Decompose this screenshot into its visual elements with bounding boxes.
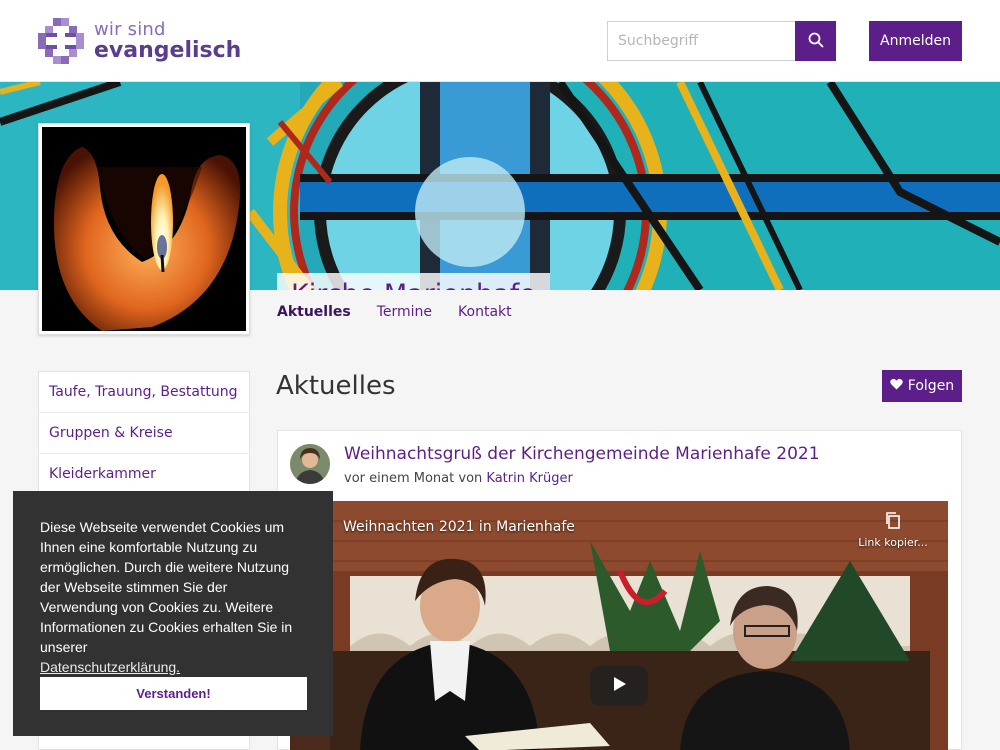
sidebar-item-gruppen[interactable]: Gruppen & Kreise: [39, 413, 249, 454]
copy-icon: [884, 512, 902, 532]
page-tabs: Aktuelles Termine Kontakt: [277, 304, 538, 320]
tab-termine[interactable]: Termine: [377, 304, 432, 320]
privacy-policy-link[interactable]: Datenschutzerklärung.: [40, 659, 180, 675]
page-title: Kirche Marienhafe: [277, 273, 550, 290]
tab-aktuelles[interactable]: Aktuelles: [277, 304, 351, 320]
site-logo[interactable]: wir sind evangelisch: [38, 17, 241, 65]
post-title-link[interactable]: Weihnachtsgruß der Kirchengemeinde Marie…: [344, 444, 820, 464]
section-title: Aktuelles: [276, 371, 396, 401]
search-icon: [808, 32, 824, 51]
post-author-link[interactable]: Katrin Krüger: [486, 471, 572, 486]
sidebar-item-kleiderkammer[interactable]: Kleiderkammer: [39, 454, 249, 495]
cookie-accept-button[interactable]: Verstanden!: [40, 677, 307, 710]
cookie-text: Diese Webseite verwendet Cookies um Ihne…: [40, 519, 293, 655]
play-button[interactable]: [590, 666, 648, 706]
post-meta-prefix: vor einem Monat von: [344, 471, 483, 486]
video-thumbnail: [290, 501, 948, 750]
login-button[interactable]: Anmelden: [869, 21, 962, 61]
cookie-banner: Diese Webseite verwendet Cookies um Ihne…: [13, 491, 333, 736]
logo-text-top: wir sind: [94, 18, 166, 40]
copy-link-button[interactable]: Link kopier...: [858, 511, 928, 549]
site-header: wir sind evangelisch Anmelden: [0, 0, 1000, 82]
post-card: Weihnachtsgruß der Kirchengemeinde Marie…: [277, 430, 962, 750]
video-player[interactable]: Weihnachten 2021 in Marienhafe Link kopi…: [290, 501, 948, 750]
follow-button[interactable]: Folgen: [882, 370, 962, 402]
cross-logo-icon: [38, 18, 84, 64]
follow-label: Folgen: [907, 378, 955, 394]
play-icon: [610, 675, 628, 697]
tab-kontakt[interactable]: Kontakt: [458, 304, 512, 320]
sidebar-item-taufe[interactable]: Taufe, Trauung, Bestattung: [39, 372, 249, 413]
author-avatar[interactable]: [290, 444, 330, 484]
search-input[interactable]: [607, 21, 795, 61]
post-meta: vor einem Monat von Katrin Krüger: [344, 471, 573, 486]
copy-link-label: Link kopier...: [858, 536, 928, 549]
logo-text-bottom: evangelisch: [94, 37, 242, 63]
candle-image: [42, 127, 246, 331]
video-title: Weihnachten 2021 in Marienhafe: [343, 519, 575, 535]
profile-image: [38, 123, 250, 335]
heart-icon: [890, 378, 903, 394]
search-button[interactable]: [795, 21, 836, 61]
